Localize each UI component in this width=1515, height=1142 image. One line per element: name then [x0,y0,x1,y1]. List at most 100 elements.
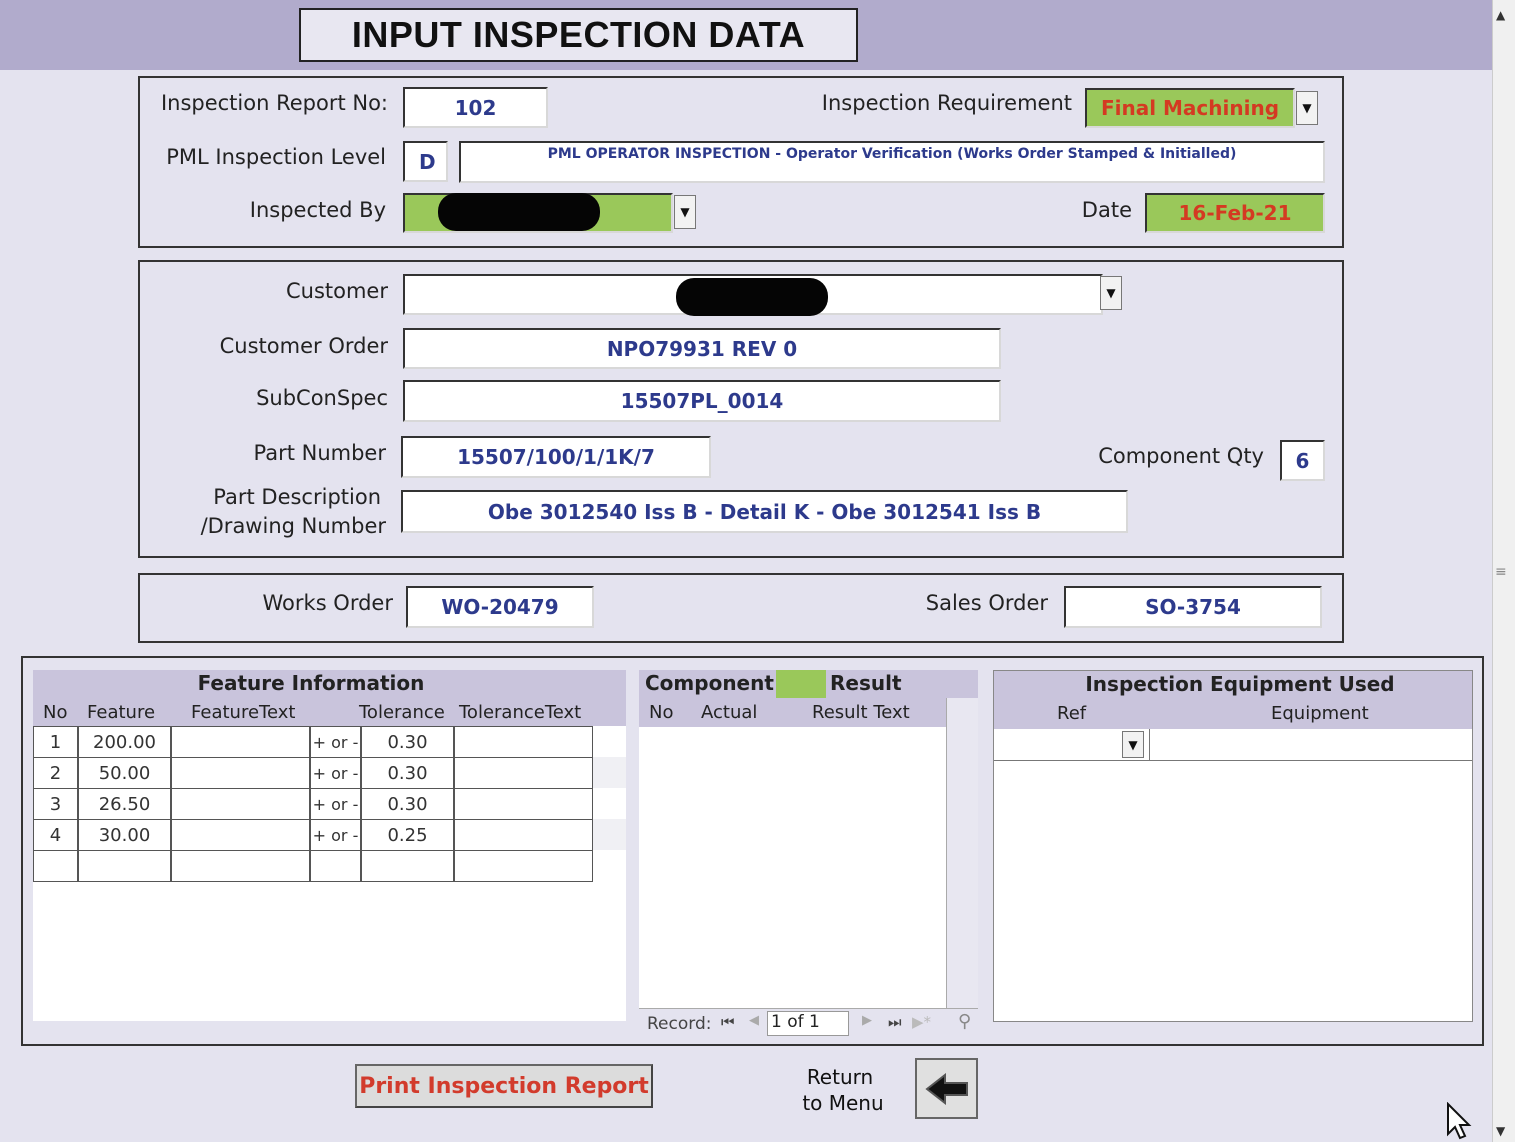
feature-cell-no[interactable]: 3 [33,788,78,820]
feature-new-cell[interactable] [310,850,361,882]
sales-order-label: Sales Order [925,591,1048,615]
feature-cell-toltext[interactable] [454,819,593,851]
feature-cell-tol[interactable]: 0.30 [361,757,454,789]
inspected-by-dropdown-button[interactable]: ▼ [674,195,696,229]
level-label: PML Inspection Level [166,145,386,169]
feature-col-tolerance: Tolerance [359,702,445,723]
feature-cell-toltext[interactable] [454,788,593,820]
part-description-field[interactable]: Obe 3012540 Iss B - Detail K - Obe 30125… [401,490,1128,533]
subcon-field[interactable]: 15507PL_0014 [403,380,1001,422]
feature-row-stripe [592,819,626,850]
page-title: INPUT INSPECTION DATA [299,8,858,62]
back-arrow-icon [924,1072,968,1105]
redacted-customer [676,278,828,316]
part-description-label-2: /Drawing Number [200,514,386,538]
equipment-title: Inspection Equipment Used [1085,672,1395,696]
feature-cell-tol[interactable]: 0.30 [361,788,454,820]
equipment-col-equipment: Equipment [1271,703,1369,724]
mouse-cursor-icon [1447,1102,1472,1140]
part-description-label-1: Part Description [213,485,381,509]
first-record-icon[interactable]: ⏮ [721,1013,735,1031]
inspected-by-label: Inspected By [249,198,386,222]
feature-new-cell[interactable] [171,850,310,882]
feature-col-no: No [43,702,68,723]
feature-col-feature: Feature [87,702,156,723]
level-code-field[interactable]: D [403,141,448,182]
feature-cell-tol[interactable]: 0.30 [361,726,454,758]
feature-cell-pm[interactable]: + or - [310,726,361,758]
feature-cell-text[interactable] [171,788,310,820]
works-order-field[interactable]: WO-20479 [406,586,594,628]
feature-cell-no[interactable]: 4 [33,819,78,851]
equipment-field[interactable] [1149,729,1472,761]
part-number-label: Part Number [253,441,387,465]
customer-order-field[interactable]: NPO79931 REV 0 [403,328,1001,369]
report-no-label: Inspection Report No: [160,91,388,115]
sales-order-field[interactable]: SO-3754 [1064,586,1322,628]
feature-cell-no[interactable]: 2 [33,757,78,789]
chevron-down-icon: ▼ [1128,737,1138,752]
component-col-resulttext: Result Text [812,702,910,723]
feature-new-cell[interactable] [78,850,171,882]
result-indicator [776,670,826,698]
feature-cell-pm[interactable]: + or - [310,819,361,851]
works-order-label: Works Order [262,591,393,615]
new-record-icon[interactable]: ▶* [912,1013,931,1031]
subcon-label: SubConSpec [256,386,388,410]
record-number-field[interactable]: 1 of 1 [767,1011,849,1036]
part-number-field[interactable]: 15507/100/1/1K/7 [401,436,711,478]
scroll-thumb-grip-icon[interactable]: ≡ [1495,564,1507,580]
feature-cell-no[interactable]: 1 [33,726,78,758]
previous-record-icon[interactable]: ◀ [749,1013,759,1028]
next-record-icon[interactable]: ▶ [862,1013,872,1028]
feature-cell-text[interactable] [171,757,310,789]
requirement-select[interactable]: Final Machining [1085,88,1295,128]
filter-icon[interactable]: ⚲ [958,1011,971,1032]
date-field[interactable]: 16-Feb-21 [1145,193,1325,233]
feature-new-cell[interactable] [361,850,454,882]
equipment-ref-dropdown-button[interactable]: ▼ [1122,731,1144,758]
feature-cell-feature[interactable]: 26.50 [78,788,171,820]
date-label: Date [1081,198,1132,222]
feature-new-cell[interactable] [33,850,78,882]
component-qty-field[interactable]: 6 [1280,440,1325,481]
requirement-dropdown-button[interactable]: ▼ [1296,91,1318,125]
redacted-name [438,193,600,231]
record-label: Record: [647,1014,712,1034]
component-scrollbar[interactable] [946,698,978,1008]
customer-dropdown-button[interactable]: ▼ [1100,276,1122,310]
feature-cell-toltext[interactable] [454,757,593,789]
component-qty-label: Component Qty [1098,444,1264,468]
result-title: Result [830,671,902,695]
equipment-col-ref: Ref [1057,703,1087,724]
report-no-field[interactable]: 102 [403,87,548,128]
feature-cell-text[interactable] [171,819,310,851]
requirement-label: Inspection Requirement [821,91,1072,115]
customer-label: Customer [285,279,388,303]
scroll-up-icon[interactable]: ▲ [1496,8,1505,22]
chevron-down-icon: ▼ [1106,286,1116,300]
chevron-down-icon: ▼ [680,205,690,219]
feature-new-cell[interactable] [454,850,593,882]
feature-cell-pm[interactable]: + or - [310,757,361,789]
last-record-icon[interactable]: ⏭ [888,1013,902,1031]
return-label-2: to Menu [802,1091,884,1115]
feature-cell-toltext[interactable] [454,726,593,758]
feature-cell-pm[interactable]: + or - [310,788,361,820]
feature-cell-tol[interactable]: 0.25 [361,819,454,851]
return-to-menu-button[interactable] [915,1058,978,1119]
feature-cell-feature[interactable]: 30.00 [78,819,171,851]
feature-title: Feature Information [197,671,425,695]
level-text-field[interactable]: PML OPERATOR INSPECTION - Operator Verif… [459,141,1325,183]
feature-col-tolerancetext: ToleranceText [459,702,582,723]
feature-cell-feature[interactable]: 50.00 [78,757,171,789]
feature-row-stripe [592,757,626,788]
feature-cell-feature[interactable]: 200.00 [78,726,171,758]
print-report-button[interactable]: Print Inspection Report [355,1064,653,1108]
component-col-actual: Actual [701,702,758,723]
scroll-down-icon[interactable]: ▼ [1496,1124,1505,1138]
component-title: Component [645,671,774,695]
return-label-1: Return [806,1065,874,1089]
chevron-down-icon: ▼ [1302,101,1312,115]
feature-cell-text[interactable] [171,726,310,758]
